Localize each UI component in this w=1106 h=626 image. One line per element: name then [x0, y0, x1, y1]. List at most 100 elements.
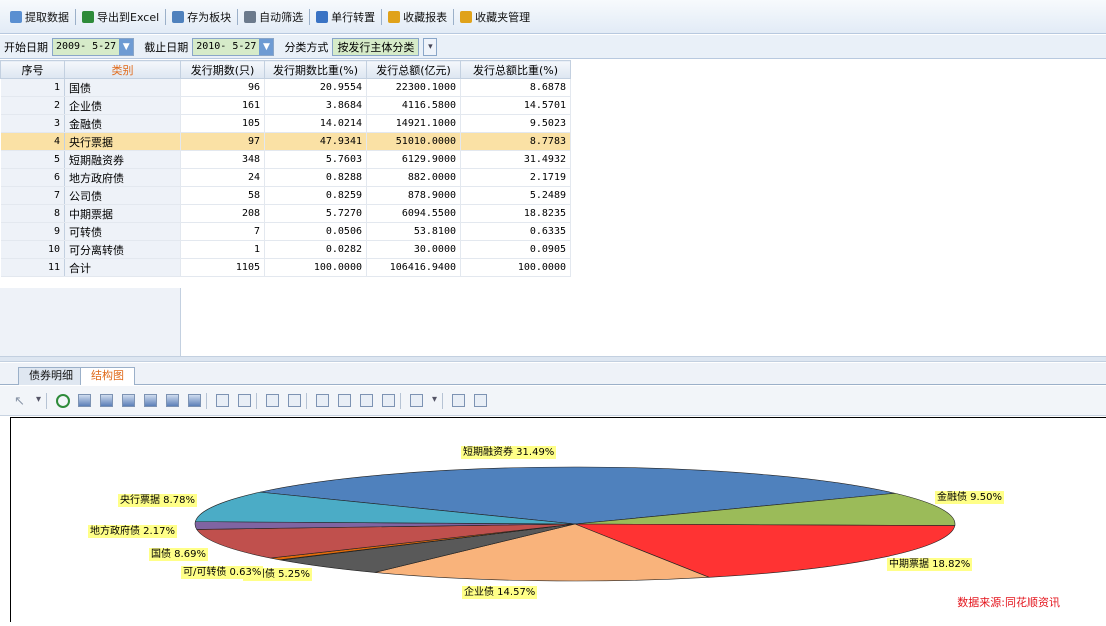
value-cell[interactable]: 0.0506 [264, 222, 367, 241]
row-index-cell[interactable]: 1 [0, 78, 65, 97]
value-cell[interactable]: 14.0214 [264, 114, 367, 133]
table-row[interactable]: 5 短期融资券 348 5.7603 6129.9000 31.4932 [0, 150, 571, 169]
value-cell[interactable]: 348 [180, 150, 265, 169]
value-cell[interactable]: 47.9341 [264, 132, 367, 151]
value-cell[interactable]: 100.0000 [460, 258, 571, 277]
value-cell[interactable]: 31.4932 [460, 150, 571, 169]
remove-series-icon[interactable] [238, 394, 251, 407]
column-header[interactable]: 发行总额(亿元) [366, 60, 461, 79]
row-index-cell[interactable]: 10 [0, 240, 65, 259]
value-cell[interactable]: 5.2489 [460, 186, 571, 205]
row-index-cell[interactable]: 11 [0, 258, 65, 277]
row-index-cell[interactable]: 4 [0, 132, 65, 151]
value-cell[interactable]: 3.8684 [264, 96, 367, 115]
row-index-cell[interactable]: 2 [0, 96, 65, 115]
category-cell[interactable]: 合计 [64, 258, 181, 277]
step-chart-icon[interactable] [166, 394, 179, 407]
tab-structure-chart[interactable]: 结构图 [80, 367, 135, 385]
value-cell[interactable]: 9.5023 [460, 114, 571, 133]
value-cell[interactable]: 1 [180, 240, 265, 259]
value-cell[interactable]: 0.6335 [460, 222, 571, 241]
end-date-picker[interactable]: 2010- 5-27 ▼ [192, 37, 275, 56]
toolbar-button-6[interactable]: 收藏报表 [384, 6, 451, 28]
table-row[interactable]: 1 国债 96 20.9554 22300.1000 8.6878 [0, 78, 571, 97]
value-cell[interactable]: 0.8288 [264, 168, 367, 187]
category-cell[interactable]: 央行票据 [64, 132, 181, 151]
value-cell[interactable]: 8.6878 [460, 78, 571, 97]
refresh-icon[interactable] [56, 394, 70, 408]
value-cell[interactable]: 878.9000 [366, 186, 461, 205]
dropdown-icon[interactable]: ▾ [432, 394, 440, 408]
value-cell[interactable]: 14921.1000 [366, 114, 461, 133]
value-cell[interactable]: 208 [180, 204, 265, 223]
column-chart-icon[interactable] [122, 394, 135, 407]
value-cell[interactable]: 96 [180, 78, 265, 97]
value-cell[interactable]: 51010.0000 [366, 132, 461, 151]
row-index-cell[interactable]: 7 [0, 186, 65, 205]
label-icon[interactable] [288, 394, 301, 407]
table-row[interactable]: 10 可分离转债 1 0.0282 30.0000 0.0905 [0, 240, 571, 259]
column-header[interactable]: 类别 [64, 60, 181, 79]
value-cell[interactable]: 106416.9400 [366, 258, 461, 277]
line-chart-icon[interactable] [78, 394, 91, 407]
table-row[interactable]: 7 公司债 58 0.8259 878.9000 5.2489 [0, 186, 571, 205]
value-cell[interactable]: 2.1719 [460, 168, 571, 187]
chevron-down-icon[interactable]: ▾ [423, 37, 438, 56]
restore-icon[interactable] [474, 394, 487, 407]
value-cell[interactable]: 97 [180, 132, 265, 151]
list-icon[interactable] [338, 394, 351, 407]
eraser-icon[interactable] [410, 394, 423, 407]
calendar-dropdown-icon[interactable]: ▼ [259, 38, 274, 55]
panel-splitter[interactable] [0, 356, 1106, 362]
value-cell[interactable]: 24 [180, 168, 265, 187]
category-cell[interactable]: 地方政府债 [64, 168, 181, 187]
toolbar-button-5[interactable]: 单行转置 [312, 6, 379, 28]
value-cell[interactable]: 6129.9000 [366, 150, 461, 169]
toolbar-button-7[interactable]: 收藏夹管理 [456, 6, 534, 28]
value-cell[interactable]: 0.8259 [264, 186, 367, 205]
column-header[interactable]: 序号 [0, 60, 65, 79]
toolbar-button-3[interactable]: 存为板块 [168, 6, 235, 28]
row-index-cell[interactable]: 5 [0, 150, 65, 169]
hbar-chart-icon[interactable] [188, 394, 201, 407]
add-series-icon[interactable] [216, 394, 229, 407]
row-index-cell[interactable]: 8 [0, 204, 65, 223]
window-icon[interactable] [452, 394, 465, 407]
value-cell[interactable]: 30.0000 [366, 240, 461, 259]
table-row[interactable]: 2 企业债 161 3.8684 4116.5800 14.5701 [0, 96, 571, 115]
column-header[interactable]: 发行总额比重(%) [460, 60, 571, 79]
table-row[interactable]: 3 金融债 105 14.0214 14921.1000 9.5023 [0, 114, 571, 133]
swap-icon[interactable] [266, 394, 279, 407]
value-cell[interactable]: 18.8235 [460, 204, 571, 223]
table-icon[interactable] [382, 394, 395, 407]
start-date-value[interactable]: 2009- 5-27 [53, 41, 119, 52]
value-cell[interactable]: 105 [180, 114, 265, 133]
value-cell[interactable]: 4116.5800 [366, 96, 461, 115]
category-cell[interactable]: 短期融资券 [64, 150, 181, 169]
value-cell[interactable]: 0.0282 [264, 240, 367, 259]
legend-icon[interactable] [360, 394, 373, 407]
pointer-icon[interactable]: ↖ [14, 394, 28, 409]
value-cell[interactable]: 5.7603 [264, 150, 367, 169]
value-cell[interactable]: 1105 [180, 258, 265, 277]
table-row[interactable]: 6 地方政府债 24 0.8288 882.0000 2.1719 [0, 168, 571, 187]
category-cell[interactable]: 国债 [64, 78, 181, 97]
category-cell[interactable]: 中期票据 [64, 204, 181, 223]
end-date-value[interactable]: 2010- 5-27 [193, 41, 259, 52]
grid-icon[interactable] [316, 394, 329, 407]
classification-select[interactable]: 按发行主体分类 [332, 37, 420, 56]
category-cell[interactable]: 金融债 [64, 114, 181, 133]
start-date-picker[interactable]: 2009- 5-27 ▼ [52, 37, 135, 56]
table-row[interactable]: 11 合计 1105 100.0000 106416.9400 100.0000 [0, 258, 571, 277]
dropdown-icon[interactable]: ▾ [36, 394, 44, 408]
toolbar-button-4[interactable]: 自动筛选 [240, 6, 307, 28]
category-cell[interactable]: 企业债 [64, 96, 181, 115]
value-cell[interactable]: 6094.5500 [366, 204, 461, 223]
row-index-cell[interactable]: 3 [0, 114, 65, 133]
category-cell[interactable]: 可分离转债 [64, 240, 181, 259]
table-row[interactable]: 9 可转债 7 0.0506 53.8100 0.6335 [0, 222, 571, 241]
column-header[interactable]: 发行期数比重(%) [264, 60, 367, 79]
toolbar-button-2[interactable]: 导出到Excel [78, 6, 163, 28]
category-cell[interactable]: 可转债 [64, 222, 181, 241]
area-chart-icon[interactable] [144, 394, 157, 407]
